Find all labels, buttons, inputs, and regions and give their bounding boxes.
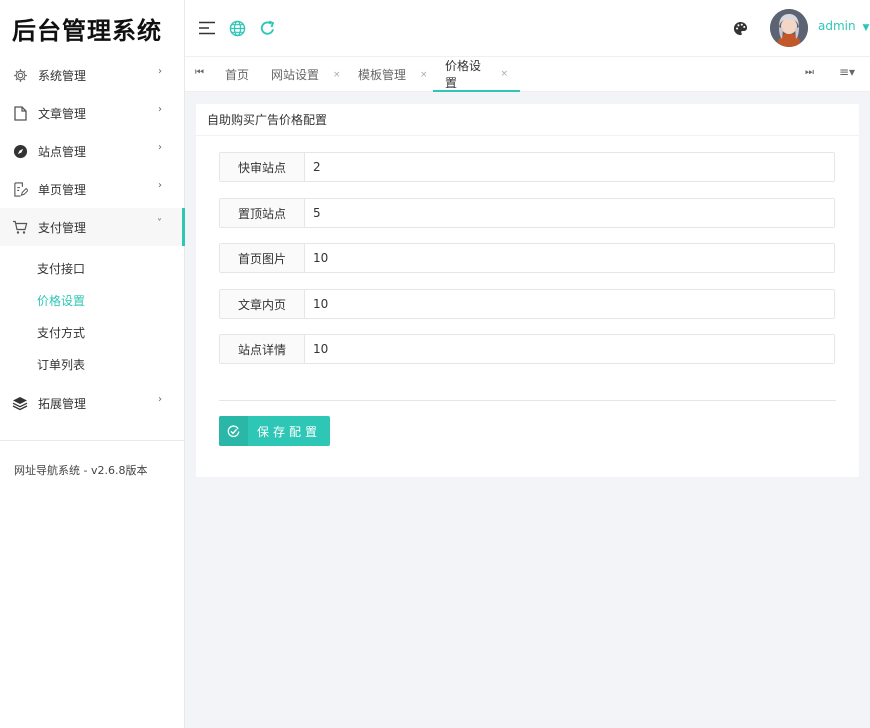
field-label: 站点详情 (220, 335, 305, 363)
theme-palette-icon[interactable] (730, 18, 750, 38)
cart-icon (12, 219, 28, 235)
version-text: 网址导航系统 - v2.6.8版本 (14, 464, 148, 477)
sidebar-item-label: 支付管理 (38, 220, 87, 235)
tab-label: 首页 (225, 68, 250, 82)
close-icon[interactable]: × (500, 69, 508, 79)
tab-home[interactable]: 首页 (225, 57, 249, 92)
sidebar-item-label: 拓展管理 (38, 396, 87, 411)
globe-icon[interactable] (227, 18, 247, 38)
fast-review-site-input[interactable] (305, 153, 834, 181)
sidebar: 后台管理系统 系统管理 › 文章管理 › 站点管理 › 单页管理 › 支付管理 … (0, 0, 185, 728)
homepage-image-input[interactable] (305, 244, 834, 272)
field-pinned-site: 置顶站点 (219, 198, 835, 228)
sidebar-item-label: 站点管理 (38, 144, 87, 159)
submenu-item-payment-methods[interactable]: 支付方式 (0, 316, 184, 348)
field-label: 快审站点 (220, 153, 305, 181)
page-edit-icon (12, 181, 28, 197)
refresh-icon[interactable] (257, 18, 277, 38)
sidebar-item-extensions[interactable]: 拓展管理 › (0, 384, 184, 422)
sidebar-item-system[interactable]: 系统管理 › (0, 56, 184, 94)
field-label: 置顶站点 (220, 199, 305, 227)
tab-site-settings[interactable]: 网站设置 × (271, 57, 341, 92)
chevron-down-icon: ˅ (157, 218, 162, 229)
avatar[interactable] (770, 9, 808, 47)
form-divider (219, 400, 836, 401)
document-icon (12, 105, 28, 121)
sidebar-divider (0, 440, 184, 441)
close-icon[interactable]: × (420, 70, 428, 80)
field-site-details: 站点详情 (219, 334, 835, 364)
site-details-input[interactable] (305, 335, 834, 363)
page-tabs: ⏮ 首页 网站设置 × 模板管理 × 价格设置 × ⏭ ≡▾ (185, 56, 870, 92)
chevron-right-icon: › (158, 142, 162, 153)
save-button-label: 保存配置 (256, 424, 321, 439)
caret-down-icon: ▼ (862, 23, 870, 33)
sidebar-item-label: 文章管理 (38, 106, 87, 121)
compass-icon (12, 143, 28, 159)
tabs-next-icon[interactable]: ⏭ (805, 67, 814, 78)
sidebar-item-payment[interactable]: 支付管理 ˅ (0, 208, 185, 246)
field-fast-review-site: 快审站点 (219, 152, 835, 182)
sidebar-menu: 系统管理 › 文章管理 › 站点管理 › 单页管理 › 支付管理 ˅ 支付接口 … (0, 56, 185, 422)
gear-icon (12, 67, 28, 83)
chevron-right-icon: › (158, 66, 162, 77)
tabs-prev-icon[interactable]: ⏮ (195, 67, 204, 78)
tab-label: 模板管理 (358, 68, 407, 82)
sidebar-item-label: 系统管理 (38, 68, 87, 83)
user-menu[interactable]: admin ▼ (818, 19, 869, 33)
top-header: admin ▼ (185, 0, 870, 56)
tab-label: 价格设置 (445, 58, 482, 90)
sidebar-item-articles[interactable]: 文章管理 › (0, 94, 184, 132)
tab-price-settings[interactable]: 价格设置 × (433, 57, 520, 92)
price-config-card: 自助购买广告价格配置 快审站点 置顶站点 首页图片 文章内页 站点详情 保存配置 (196, 104, 859, 477)
card-title: 自助购买广告价格配置 (196, 104, 859, 136)
chevron-right-icon: › (158, 104, 162, 115)
payment-submenu: 支付接口 价格设置 支付方式 订单列表 (0, 246, 184, 384)
field-homepage-image: 首页图片 (219, 243, 835, 273)
submenu-item-order-list[interactable]: 订单列表 (0, 348, 184, 380)
pinned-site-input[interactable] (305, 199, 834, 227)
submenu-item-price-settings[interactable]: 价格设置 (0, 284, 184, 316)
article-inner-page-input[interactable] (305, 290, 834, 318)
sidebar-item-sites[interactable]: 站点管理 › (0, 132, 184, 170)
tab-template-management[interactable]: 模板管理 × (358, 57, 428, 92)
sidebar-item-pages[interactable]: 单页管理 › (0, 170, 184, 208)
field-label: 文章内页 (220, 290, 305, 318)
field-article-inner-page: 文章内页 (219, 289, 835, 319)
chevron-right-icon: › (158, 180, 162, 191)
layers-icon (12, 395, 28, 411)
sidebar-item-label: 单页管理 (38, 182, 87, 197)
close-icon[interactable]: × (333, 70, 341, 80)
submenu-item-payment-api[interactable]: 支付接口 (0, 252, 184, 284)
chevron-right-icon: › (158, 394, 162, 405)
menu-toggle-icon[interactable] (197, 18, 217, 38)
tabs-menu-icon[interactable]: ≡▾ (839, 65, 855, 79)
field-label: 首页图片 (220, 244, 305, 272)
save-config-button[interactable]: 保存配置 (219, 416, 330, 446)
app-logo: 后台管理系统 (12, 15, 162, 45)
check-circle-icon (219, 416, 248, 446)
username: admin (818, 19, 856, 33)
tab-label: 网站设置 (271, 68, 320, 82)
